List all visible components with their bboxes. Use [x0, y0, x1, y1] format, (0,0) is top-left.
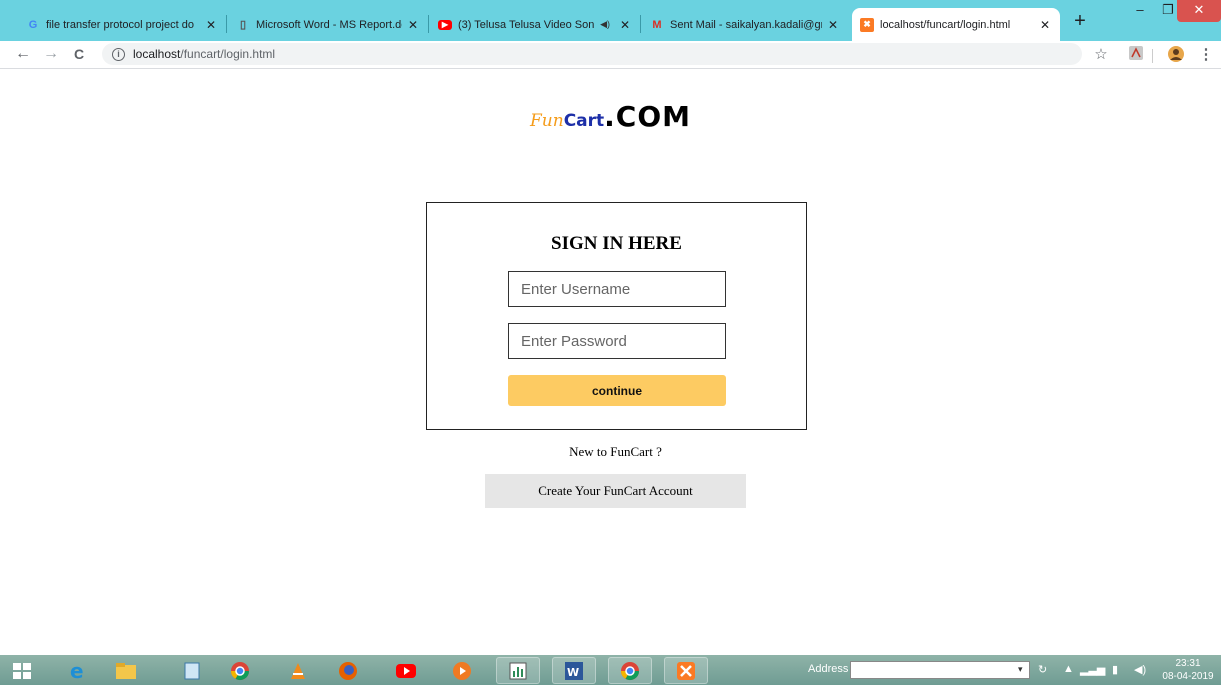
browser-menu-icon[interactable]: ⋮: [1196, 45, 1216, 65]
pdf-extension-icon[interactable]: [1126, 45, 1146, 65]
sign-in-heading: SIGN IN HERE: [551, 233, 682, 254]
document-icon: ▯: [239, 19, 247, 31]
chrome-active-icon[interactable]: [608, 657, 652, 684]
taskbar-clock[interactable]: 23:31 08-04-2019: [1158, 657, 1218, 683]
vlc-icon[interactable]: [276, 657, 320, 684]
microsoft-word-icon[interactable]: W: [552, 657, 596, 684]
info-icon[interactable]: i: [112, 47, 125, 61]
close-icon[interactable]: ✕: [618, 18, 632, 32]
back-arrow-icon[interactable]: ←: [12, 43, 34, 65]
continue-button[interactable]: continue: [508, 375, 726, 406]
logo-fun: Fun: [530, 111, 564, 131]
windows-start-icon[interactable]: [2, 657, 42, 684]
tab-youtube-video[interactable]: ▶ (3) Telusa Telusa Video Son ◀) ✕: [430, 8, 640, 41]
svg-text:W: W: [567, 666, 579, 679]
create-account-button[interactable]: Create Your FunCart Account: [485, 474, 746, 508]
xampp-icon: ✖: [860, 17, 874, 32]
file-explorer-icon[interactable]: [104, 657, 148, 684]
notepad-icon[interactable]: [170, 657, 214, 684]
tab-title: file transfer protocol project do: [46, 18, 194, 31]
taskbar-address-label: Address: [808, 663, 849, 675]
tab-ms-word-report[interactable]: ▯ Microsoft Word - MS Report.do ✕: [228, 8, 428, 41]
funcart-logo[interactable]: FunCart.COM: [530, 100, 691, 133]
tab-title: Microsoft Word - MS Report.do: [256, 18, 402, 31]
tab-gmail-sent[interactable]: M Sent Mail - saikalyan.kadali@gr ✕: [642, 8, 848, 41]
chevron-down-icon[interactable]: ▾: [1018, 664, 1023, 675]
svg-text:e: e: [70, 660, 84, 682]
logo-cart: Cart: [563, 111, 605, 131]
browser-tab-strip: G file transfer protocol project do ✕ ▯ …: [0, 0, 1221, 41]
close-icon[interactable]: ✕: [826, 18, 840, 32]
tab-funcart-login[interactable]: ✖ localhost/funcart/login.html ✕: [852, 8, 1060, 41]
xampp-app-icon[interactable]: [664, 657, 708, 684]
url-path: /funcart/login.html: [180, 47, 276, 61]
firefox-icon[interactable]: [326, 657, 370, 684]
browser-toolbar: ← → C i localhost/funcart/login.html ☆ ⋮: [0, 41, 1221, 69]
logo-com: .COM: [604, 100, 692, 133]
youtube-icon: ▶: [438, 19, 452, 30]
battery-icon[interactable]: ▮: [1112, 663, 1118, 676]
refresh-icon[interactable]: ↻: [1038, 663, 1047, 676]
url-host: localhost: [133, 47, 181, 61]
new-tab-button[interactable]: +: [1068, 10, 1092, 34]
tab-title: Sent Mail - saikalyan.kadali@gr: [670, 18, 822, 31]
sign-in-card: SIGN IN HERE continue: [426, 202, 807, 430]
network-signal-icon[interactable]: ▂▃▅: [1080, 663, 1105, 676]
clock-time: 23:31: [1175, 658, 1201, 669]
tab-title: (3) Telusa Telusa Video Son: [458, 18, 595, 31]
clock-date: 08-04-2019: [1162, 671, 1214, 682]
new-customer-prompt: New to FunCart ?: [569, 444, 662, 459]
tray-expand-icon[interactable]: ▲: [1063, 663, 1074, 675]
bookmark-star-icon[interactable]: ☆: [1091, 45, 1111, 65]
audio-playing-icon[interactable]: ◀): [600, 19, 610, 30]
windows-taskbar: e W Address ▾ ↻ ▲ ▂▃▅ ▮ ◀) 23:31 08-04-2…: [0, 655, 1221, 685]
address-bar[interactable]: i localhost/funcart/login.html: [102, 43, 1082, 65]
username-input[interactable]: [508, 271, 726, 307]
forward-arrow-icon[interactable]: →: [40, 43, 62, 65]
google-icon: G: [28, 18, 38, 31]
tab-title: localhost/funcart/login.html: [880, 18, 1011, 31]
gmail-icon: M: [652, 18, 662, 31]
profile-avatar[interactable]: [1166, 45, 1186, 65]
volume-icon[interactable]: ◀): [1134, 663, 1146, 676]
internet-explorer-icon[interactable]: e: [56, 657, 100, 684]
youtube-app-icon[interactable]: [384, 657, 428, 684]
chrome-icon[interactable]: [218, 657, 262, 684]
close-icon[interactable]: ✕: [1038, 18, 1052, 32]
taskbar-address-input[interactable]: [850, 661, 1030, 679]
reload-icon[interactable]: C: [68, 43, 90, 65]
tab-google-search[interactable]: G file transfer protocol project do ✕: [18, 8, 226, 41]
page-content: FunCart.COM SIGN IN HERE continue New to…: [0, 70, 1221, 643]
media-player-icon[interactable]: [440, 657, 484, 684]
close-icon[interactable]: ✕: [406, 18, 420, 32]
chart-app-icon[interactable]: [496, 657, 540, 684]
password-input[interactable]: [508, 323, 726, 359]
close-window-button[interactable]: ✕: [1177, 0, 1221, 22]
close-icon[interactable]: ✕: [204, 18, 218, 32]
